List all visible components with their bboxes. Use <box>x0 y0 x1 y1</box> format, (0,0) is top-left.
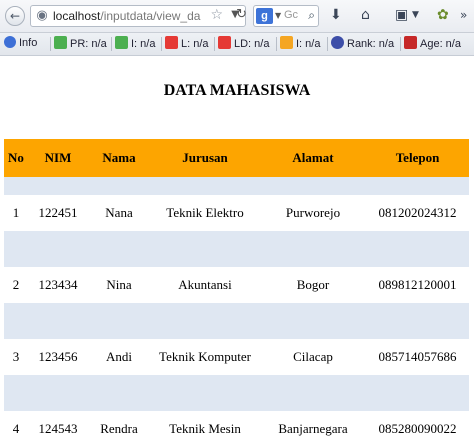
cell-nama: Nina <box>106 277 132 292</box>
toolbar-item-rank[interactable]: Rank: n/a <box>331 36 394 52</box>
toolbar-divider <box>50 37 51 51</box>
student-data-table: No NIM Nama Jurusan Alamat Telepon 1 122… <box>4 139 469 447</box>
cell-no: 3 <box>12 349 20 364</box>
toolbar-item-bing-index[interactable]: I: n/a <box>280 36 320 52</box>
toolbar-divider <box>111 37 112 51</box>
extension-gear-icon[interactable]: ✿ <box>437 7 449 23</box>
column-header-nama: Nama <box>88 139 150 177</box>
stripe-row <box>4 177 469 195</box>
toolbar-divider <box>327 37 328 51</box>
stripe-row <box>4 303 469 339</box>
addon-dropdown-icon[interactable]: ▼ <box>412 10 419 20</box>
table-row: 3 123456 Andi Teknik Komputer Cilacap 08… <box>4 339 469 375</box>
toolbar-item-links[interactable]: L: n/a <box>165 36 209 52</box>
bookmark-star-icon[interactable]: ☆ <box>210 7 223 23</box>
google-pr-icon <box>54 36 67 49</box>
cell-jurusan: Teknik Mesin <box>169 421 241 436</box>
cell-no: 2 <box>12 277 20 292</box>
download-arrow-icon[interactable]: ⬇ <box>330 7 342 23</box>
home-icon[interactable]: ⌂ <box>361 7 370 23</box>
cell-alamat: Bogor <box>296 277 330 292</box>
cell-nim: 122451 <box>38 205 78 220</box>
column-header-nim: NIM <box>28 139 88 177</box>
cell-alamat: Purworejo <box>285 205 341 220</box>
table-row: 1 122451 Nana Teknik Elektro Purworejo 0… <box>4 195 469 231</box>
cell-jurusan: Teknik Elektro <box>166 205 244 220</box>
google-search-engine-icon[interactable]: g <box>256 8 273 24</box>
cell-nama: Nana <box>105 205 133 220</box>
column-header-no: No <box>4 139 28 177</box>
addon-menu-icon[interactable]: ▣ <box>395 7 408 23</box>
toolbar-item-link-domains[interactable]: LD: n/a <box>218 36 269 52</box>
table-header-row: No NIM Nama Jurusan Alamat Telepon <box>4 139 469 177</box>
alexa-rank-icon <box>331 36 344 49</box>
table-row: 2 123434 Nina Akuntansi Bogor 0898121200… <box>4 267 469 303</box>
links-icon <box>165 36 178 49</box>
google-index-icon <box>115 36 128 49</box>
cell-nim: 123434 <box>38 277 78 292</box>
search-bar[interactable]: g ▼ Gc ⌕ <box>253 5 319 27</box>
toolbar-item-pagerank[interactable]: PR: n/a <box>54 36 107 52</box>
cell-no: 1 <box>12 205 20 220</box>
cell-alamat: Cilacap <box>293 349 333 364</box>
cell-telepon: 085714057686 <box>378 349 457 364</box>
search-input[interactable]: Gc <box>284 9 298 21</box>
toolbar-divider <box>400 37 401 51</box>
url-text: localhost/inputdata/view_da <box>53 9 201 23</box>
toolbar-item-info[interactable]: Info <box>4 36 37 52</box>
toolbar-item-google-index[interactable]: I: n/a <box>115 36 155 52</box>
browser-navigation-bar: ← ◉ localhost/inputdata/view_da ☆ ▼ ↻ g … <box>0 0 474 33</box>
cell-nama: Rendra <box>100 421 138 436</box>
back-arrow-icon[interactable]: ← <box>5 6 25 26</box>
toolbar-divider <box>214 37 215 51</box>
page-title: DATA MAHASISWA <box>163 82 311 99</box>
cell-jurusan: Akuntansi <box>178 277 232 292</box>
overflow-menu-icon[interactable]: » <box>460 8 467 22</box>
engine-dropdown-icon[interactable]: ▼ <box>275 11 281 20</box>
bing-index-icon <box>280 36 293 49</box>
cell-telepon: 089812120001 <box>378 277 457 292</box>
column-header-alamat: Alamat <box>260 139 366 177</box>
stripe-row <box>4 231 469 267</box>
domain-age-icon <box>404 36 417 49</box>
toolbar-item-age[interactable]: Age: n/a <box>404 36 461 52</box>
cell-alamat: Banjarnegara <box>278 421 348 436</box>
column-header-jurusan: Jurusan <box>150 139 260 177</box>
globe-icon: ◉ <box>36 8 48 23</box>
cell-telepon: 081202024312 <box>378 205 457 220</box>
cell-nama: Andi <box>106 349 132 364</box>
cell-telepon: 085280090022 <box>378 421 457 436</box>
seo-toolbar: Info PR: n/a I: n/a L: n/a LD: n/a I: n/… <box>0 33 474 56</box>
toolbar-divider <box>276 37 277 51</box>
cell-jurusan: Teknik Komputer <box>159 349 251 364</box>
address-bar[interactable]: ◉ localhost/inputdata/view_da ☆ ▼ ↻ <box>30 5 247 27</box>
stripe-row <box>4 375 469 411</box>
table-row: 4 124543 Rendra Teknik Mesin Banjarnegar… <box>4 411 469 447</box>
cell-nim: 123456 <box>38 349 78 364</box>
toolbar-divider <box>161 37 162 51</box>
link-domains-icon <box>218 36 231 49</box>
search-magnifier-icon[interactable]: ⌕ <box>308 8 315 23</box>
column-header-telepon: Telepon <box>366 139 469 177</box>
info-icon <box>4 36 16 48</box>
reload-icon[interactable]: ↻ <box>236 7 247 22</box>
cell-nim: 124543 <box>38 421 78 436</box>
cell-no: 4 <box>12 421 20 436</box>
